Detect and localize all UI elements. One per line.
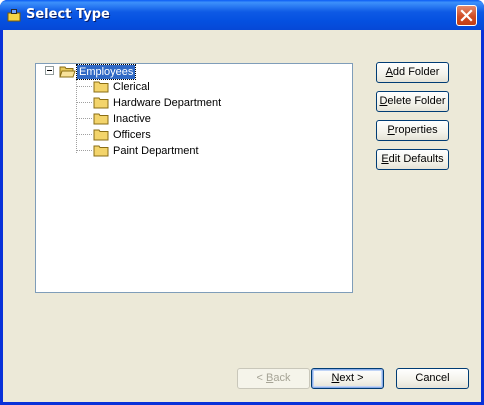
tree-node-paint-department[interactable]: Paint Department (111, 144, 201, 158)
tree-node-officers[interactable]: Officers (111, 128, 153, 142)
edit-defaults-label: dit Defaults (388, 153, 444, 165)
tree-connector (76, 86, 92, 87)
tree-connector (76, 118, 92, 119)
folder-icon (93, 113, 109, 125)
add-folder-button[interactable]: Add Folder (376, 62, 449, 83)
next-button[interactable]: Next > (311, 368, 384, 389)
close-button[interactable] (456, 5, 477, 26)
open-folder-icon (59, 66, 76, 78)
delete-folder-button[interactable]: Delete Folder (376, 91, 449, 112)
tree-connector (76, 78, 77, 153)
folder-icon (93, 97, 109, 109)
dialog-client-area: Employees Clerical Hardware Department I… (3, 30, 481, 402)
tree-connector (76, 102, 92, 103)
edit-defaults-mnemonic: E (381, 153, 389, 165)
folder-icon (93, 81, 109, 93)
cancel-button[interactable]: Cancel (396, 368, 469, 389)
folder-icon (93, 129, 109, 141)
back-button[interactable]: < Back (237, 368, 310, 389)
folder-tree[interactable]: Employees Clerical Hardware Department I… (35, 63, 353, 293)
properties-label: roperties (394, 124, 438, 136)
tree-node-clerical[interactable]: Clerical (111, 80, 152, 94)
tree-connector (76, 134, 92, 135)
app-icon (7, 9, 21, 22)
select-type-dialog: Select Type Employees Clerical Hardware … (0, 0, 484, 405)
properties-button[interactable]: Properties (376, 120, 449, 141)
add-folder-label: dd Folder (392, 66, 440, 78)
tree-connector (76, 150, 92, 151)
folder-icon (93, 145, 109, 157)
properties-mnemonic: P (387, 124, 395, 136)
collapse-toggle[interactable] (45, 66, 54, 75)
window-title: Select Type (26, 7, 110, 22)
delete-folder-label: elete Folder (387, 95, 446, 107)
add-folder-mnemonic: A (385, 66, 393, 78)
edit-defaults-button[interactable]: Edit Defaults (376, 149, 449, 170)
tree-node-inactive[interactable]: Inactive (111, 112, 153, 126)
back-prefix: < (256, 372, 266, 384)
tree-node-hardware-department[interactable]: Hardware Department (111, 96, 223, 110)
tree-node-employees[interactable]: Employees (75, 64, 137, 80)
title-bar[interactable]: Select Type (0, 0, 484, 30)
close-icon (460, 9, 473, 22)
back-label: ack (273, 372, 291, 384)
next-label: ext > (339, 372, 364, 384)
